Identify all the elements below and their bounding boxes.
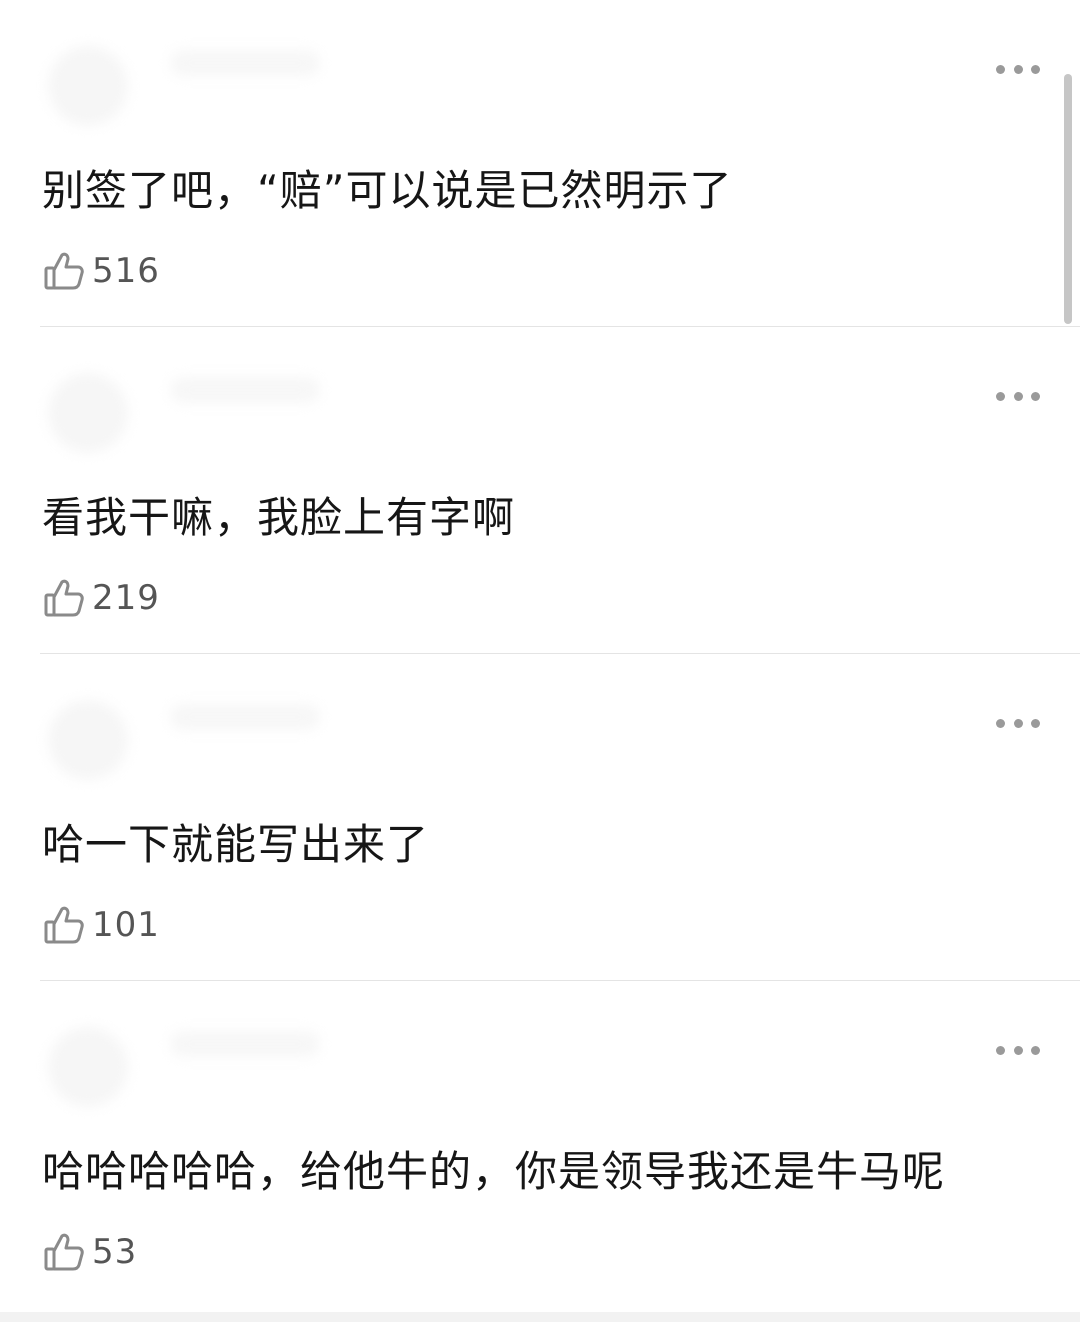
comment-item: 哈哈哈哈哈，给他牛的，你是领导我还是牛马呢 53 xyxy=(0,981,1080,1308)
like-button[interactable]: 53 xyxy=(42,1229,137,1275)
more-dot xyxy=(996,718,1005,728)
more-dot xyxy=(1013,391,1023,401)
comment-item: 哈一下就能写出来了 101 xyxy=(0,654,1080,981)
scrollbar[interactable] xyxy=(1064,74,1072,324)
comment-list: 别签了吧，“赔”可以说是已然明示了 516 看我干嘛，我脸上有字啊 219 哈一… xyxy=(0,0,1080,1312)
like-count: 53 xyxy=(92,1232,138,1272)
like-button[interactable]: 101 xyxy=(42,902,160,948)
more-dot xyxy=(996,1045,1005,1055)
avatar[interactable] xyxy=(48,1027,128,1107)
comment-text: 哈一下就能写出来了 xyxy=(42,820,430,869)
thumbs-up-icon xyxy=(42,903,86,947)
like-count: 219 xyxy=(92,578,160,618)
thumbs-up-icon xyxy=(42,1230,86,1274)
avatar[interactable] xyxy=(48,700,128,780)
like-button[interactable]: 516 xyxy=(42,248,160,294)
more-dot xyxy=(1031,1045,1040,1055)
avatar[interactable] xyxy=(48,373,128,453)
username-redacted xyxy=(170,704,320,730)
comment-item: 看我干嘛，我脸上有字啊 219 xyxy=(0,327,1080,654)
thumbs-up-icon xyxy=(42,576,86,620)
more-dot xyxy=(1013,1045,1023,1055)
more-options-icon[interactable] xyxy=(996,712,1040,734)
username-redacted xyxy=(170,1031,320,1057)
like-count: 101 xyxy=(92,905,160,945)
more-options-icon[interactable] xyxy=(996,58,1040,80)
comment-item: 别签了吧，“赔”可以说是已然明示了 516 xyxy=(0,0,1080,327)
more-dot xyxy=(996,64,1005,74)
comment-text: 哈哈哈哈哈，给他牛的，你是领导我还是牛马呢 xyxy=(42,1147,946,1196)
like-button[interactable]: 219 xyxy=(42,575,160,621)
avatar[interactable] xyxy=(48,46,128,126)
username-redacted xyxy=(170,377,320,403)
comment-text: 别签了吧，“赔”可以说是已然明示了 xyxy=(42,166,733,215)
username-redacted xyxy=(170,50,320,76)
more-dot xyxy=(1031,391,1040,401)
more-dot xyxy=(1031,64,1040,74)
more-options-icon[interactable] xyxy=(996,1039,1040,1061)
more-dot xyxy=(1013,64,1023,74)
bottom-edge xyxy=(0,1312,1080,1322)
more-options-icon[interactable] xyxy=(996,385,1040,407)
thumbs-up-icon xyxy=(42,249,86,293)
like-count: 516 xyxy=(92,251,160,291)
more-dot xyxy=(1013,718,1023,728)
more-dot xyxy=(1031,718,1040,728)
more-dot xyxy=(996,391,1005,401)
comment-text: 看我干嘛，我脸上有字啊 xyxy=(42,493,516,542)
